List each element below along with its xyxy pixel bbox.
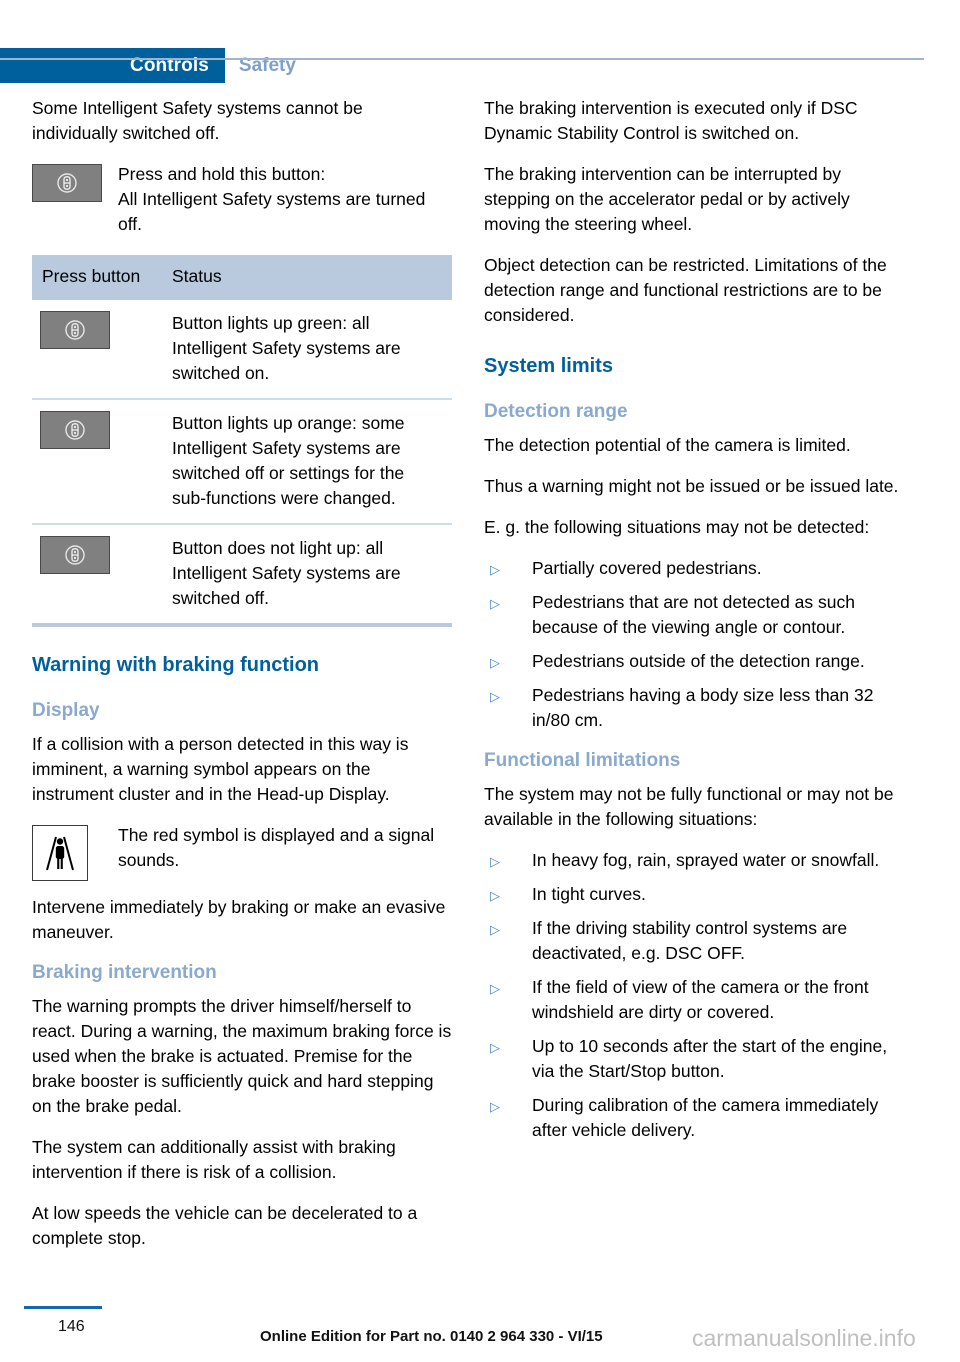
functional-limitations-paragraph: The system may not be fully functional o… (484, 784, 894, 829)
table-header-row: Press button Status (32, 255, 452, 300)
list-item-label: Pedestrians outside of the detection ran… (532, 651, 865, 671)
status-table: Press button Status Button lights up gre… (32, 255, 452, 623)
table-cell-status: Button does not light up: all Intelligen… (162, 523, 452, 623)
breadcrumb: Controls Safety (0, 48, 310, 83)
list-item-label: Pedestrians that are not detected as suc… (532, 592, 855, 637)
list-item: ▷ During calibration of the camera immed… (484, 1093, 904, 1143)
table-cell-icon (32, 398, 162, 524)
detection-range-paragraph-2: Thus a warning might not be issued or be… (484, 476, 899, 496)
section-title-warning-with-braking-function: Warning with braking function (32, 654, 320, 676)
list-item-label: During calibration of the camera immedia… (532, 1095, 879, 1140)
pedestrian-warning-icon (32, 825, 88, 881)
detection-range-paragraph-3: E. g. the following situations may not b… (484, 517, 870, 537)
intro-paragraph: Some Intelligent Safety systems cannot b… (32, 98, 363, 143)
press-hold-line1: Press and hold this button: (118, 164, 326, 184)
press-hold-figure-block: Press and hold this button: All Intellig… (32, 162, 452, 237)
triangle-bullet-icon: ▷ (490, 596, 500, 611)
list-item-label: If the field of view of the camera or th… (532, 977, 869, 1022)
triangle-bullet-icon: ▷ (490, 888, 500, 903)
list-item-label: In tight curves. (532, 884, 646, 904)
page-number: 146 (58, 1318, 85, 1335)
list-item-label: Partially covered pedestrians. (532, 558, 762, 578)
list-item: ▷ If the field of view of the camera or … (484, 975, 904, 1025)
edition-notice: Online Edition for Part no. 0140 2 964 3… (260, 1328, 603, 1345)
list-item: ▷ Pedestrians outside of the detection r… (484, 649, 904, 674)
triangle-bullet-icon: ▷ (490, 1040, 500, 1055)
section-title-system-limits: System limits (484, 355, 613, 377)
pedestrian-warning-icon-wrapper (32, 825, 88, 882)
braking-paragraph-3: At low speeds the vehicle can be deceler… (32, 1203, 418, 1248)
list-item: ▷ In tight curves. (484, 882, 904, 907)
braking-paragraph-2: The system can additionally assist with … (32, 1137, 396, 1182)
pedestrian-symbol-figure-block: The red symbol is displayed and a signal… (32, 823, 452, 881)
site-watermark: carmanualsonline.info (692, 1325, 916, 1351)
list-item: ▷ Partially covered pedestrians. (484, 556, 904, 581)
tab-safety[interactable]: Safety (224, 48, 310, 83)
triangle-bullet-icon: ▷ (490, 655, 500, 670)
functional-limitations-bullet-list: ▷ In heavy fog, rain, sprayed water or s… (484, 848, 904, 1143)
intelligent-safety-button-icon (40, 311, 110, 349)
list-item-label: Pedestrians having a body size less than… (532, 685, 874, 730)
subsection-title-braking-intervention: Braking intervention (32, 962, 217, 983)
subsection-title-detection-range: Detection range (484, 401, 628, 422)
table-cell-status: Button lights up orange: some Intelligen… (162, 398, 452, 524)
tab-controls[interactable]: Controls (0, 48, 225, 83)
table-row: Button lights up green: all Intelligent … (32, 300, 452, 399)
list-item: ▷ If the driving stability control syste… (484, 916, 904, 966)
pedestrian-symbol-text: The red symbol is displayed and a signal… (118, 825, 435, 870)
triangle-bullet-icon: ▷ (490, 981, 500, 996)
table-cell-icon (32, 300, 162, 399)
detection-range-bullet-list: ▷ Partially covered pedestrians. ▷ Pedes… (484, 556, 904, 733)
header-divider (0, 58, 924, 60)
list-item: ▷ Pedestrians that are not detected as s… (484, 590, 904, 640)
triangle-bullet-icon: ▷ (490, 562, 500, 577)
intelligent-safety-button-icon (40, 536, 110, 574)
triangle-bullet-icon: ▷ (490, 922, 500, 937)
list-item: ▷ Up to 10 seconds after the start of th… (484, 1034, 904, 1084)
display-paragraph: If a collision with a person detected in… (32, 734, 409, 804)
table-header-press-button: Press button (32, 255, 162, 300)
intelligent-safety-button-icon (40, 411, 110, 449)
table-row: Button does not light up: all Intelligen… (32, 523, 452, 623)
triangle-bullet-icon: ▷ (490, 854, 500, 869)
table-cell-status: Button lights up green: all Intelligent … (172, 313, 401, 383)
table-bottom-divider (32, 623, 452, 627)
list-item: ▷ In heavy fog, rain, sprayed water or s… (484, 848, 904, 873)
detection-range-paragraph-1: The detection potential of the camera is… (484, 435, 851, 455)
press-hold-line2: All Intelligent Safety systems are turne… (118, 189, 426, 234)
triangle-bullet-icon: ▷ (490, 1099, 500, 1114)
footer-divider (24, 1306, 102, 1309)
display-follow-up-paragraph: Intervene immediately by braking or make… (32, 897, 446, 942)
table-cell-icon (32, 523, 162, 623)
right-paragraph-1: The braking intervention is executed onl… (484, 98, 858, 143)
list-item-label: In heavy fog, rain, sprayed water or sno… (532, 850, 880, 870)
subsection-title-display: Display (32, 700, 100, 721)
braking-paragraph-1: The warning prompts the driver himself/h… (32, 996, 452, 1116)
intelligent-safety-button-icon-wrapper (32, 164, 102, 202)
table-row: Button lights up orange: some Intelligen… (32, 398, 452, 524)
right-column: The braking intervention is executed onl… (484, 96, 904, 1159)
page-header: Controls Safety (0, 24, 960, 83)
list-item-label: If the driving stability control systems… (532, 918, 848, 963)
list-item: ▷ Pedestrians having a body size less th… (484, 683, 904, 733)
list-item-label: Up to 10 seconds after the start of the … (532, 1036, 888, 1081)
right-paragraph-2: The braking intervention can be interrup… (484, 164, 850, 234)
table-header-status: Status (162, 255, 452, 300)
left-column: Some Intelligent Safety systems cannot b… (32, 96, 452, 1267)
subsection-title-functional-limitations: Functional limitations (484, 750, 681, 771)
right-paragraph-3: Object detection can be restricted. Limi… (484, 255, 887, 325)
triangle-bullet-icon: ▷ (490, 689, 500, 704)
intelligent-safety-button-icon (32, 164, 102, 202)
